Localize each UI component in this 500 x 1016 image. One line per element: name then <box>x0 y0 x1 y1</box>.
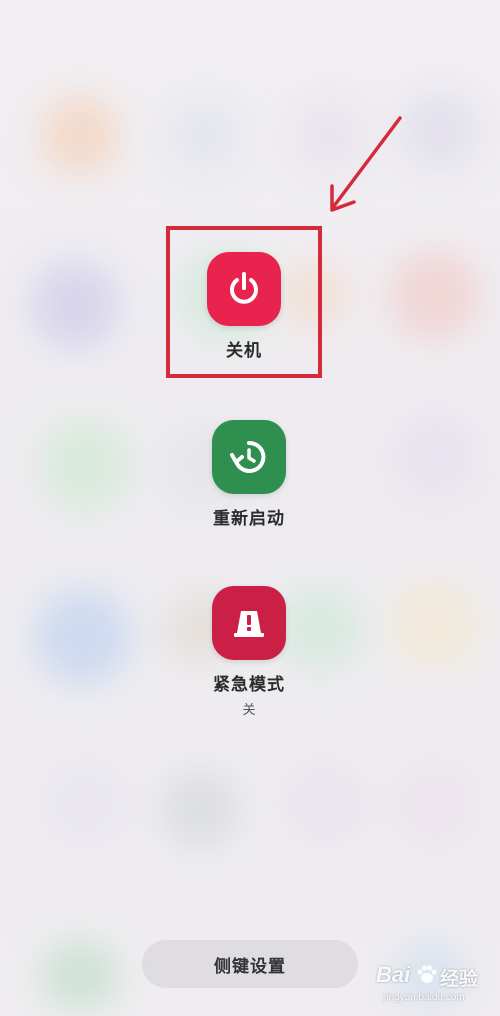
restart-icon <box>230 440 266 473</box>
emergency-mode-option[interactable]: 紧急模式 关 <box>169 586 329 718</box>
emergency-mode-button[interactable] <box>212 586 286 660</box>
side-key-settings-button[interactable]: 侧键设置 <box>142 940 358 988</box>
restart-button[interactable] <box>212 420 286 494</box>
emergency-mode-label: 紧急模式 <box>213 675 285 695</box>
watermark-cn: 经验 <box>440 969 479 990</box>
restart-option[interactable]: 重新启动 <box>169 420 329 529</box>
baidu-jingyan-watermark: Bai 经验 jingyan.baidu.com <box>374 958 492 1012</box>
annotation-highlight-box <box>166 226 322 378</box>
paw-icon <box>417 965 437 983</box>
watermark-url: jingyan.baidu.com <box>384 992 465 1003</box>
watermark-brand: Bai <box>376 962 411 987</box>
emergency-icon <box>234 611 264 637</box>
emergency-mode-status: 关 <box>242 703 256 718</box>
annotation-arrow-icon <box>330 116 402 212</box>
restart-label: 重新启动 <box>213 509 285 529</box>
